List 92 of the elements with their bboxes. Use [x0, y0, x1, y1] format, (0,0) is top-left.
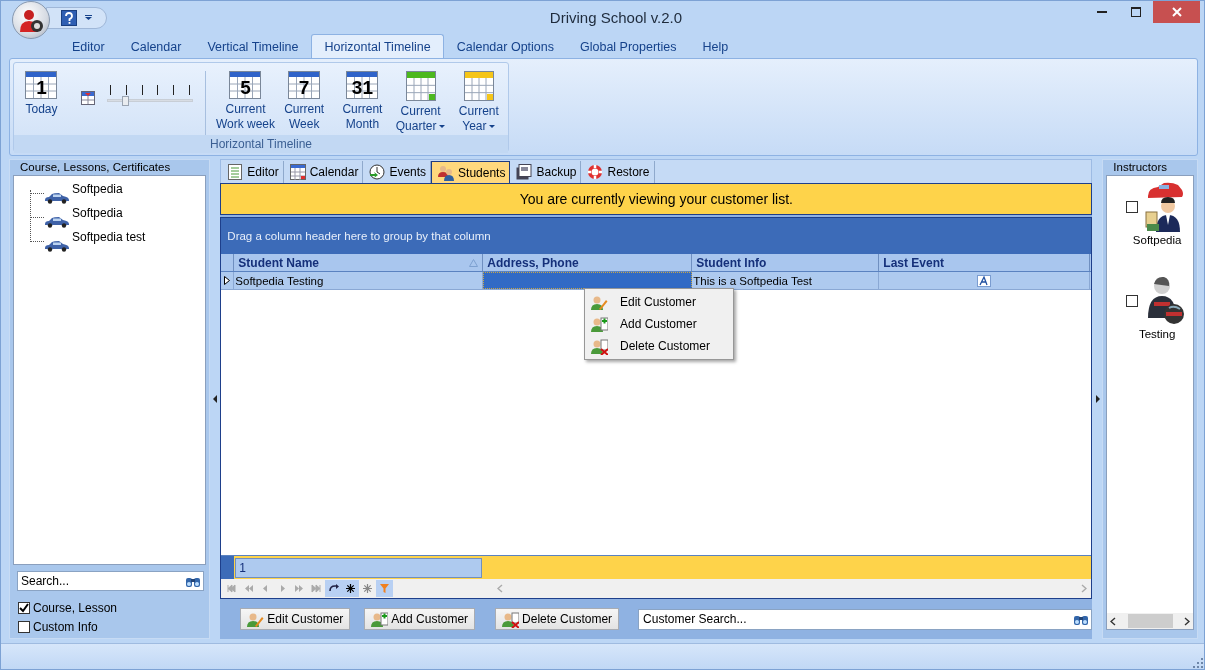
window-title: Driving School v.2.0 — [548, 9, 684, 26]
info-banner: You are currently viewing your customer list. — [220, 183, 1093, 215]
menu-item[interactable]: Delete Customer — [587, 335, 731, 357]
ribbon-tab[interactable]: Horizontal Timeline — [311, 34, 444, 58]
horizontal-scrollbar[interactable] — [1107, 613, 1193, 629]
group-by-area: Drag a column header here to group by that column — [221, 218, 1092, 254]
column-header[interactable]: Student Name — [234, 254, 484, 271]
dropdown-icon — [85, 15, 92, 20]
app-menu-button[interactable] — [12, 0, 50, 39]
calendar-icon — [229, 71, 262, 99]
resize-grip-icon — [1192, 657, 1204, 669]
customer-search-field[interactable]: Customer Search... — [641, 611, 1074, 627]
row-pointer-icon — [224, 276, 231, 285]
panel-title: Instructors — [1112, 160, 1168, 175]
maximize-icon — [1131, 7, 1141, 17]
scroll-left-icon — [1110, 616, 1117, 626]
car-icon — [44, 216, 70, 228]
customer-button[interactable]: Edit Customer — [240, 608, 351, 630]
people-icon — [438, 164, 455, 181]
column-header[interactable]: Student Info — [692, 254, 880, 271]
person-plus-icon — [590, 315, 608, 333]
rewind-icon[interactable] — [243, 583, 255, 594]
check-icon — [19, 603, 29, 613]
day-number: 7 — [298, 79, 310, 97]
calendar-icon — [25, 71, 58, 99]
day-number: 31 — [351, 79, 373, 97]
menu-item[interactable]: Add Customer — [587, 313, 731, 335]
car-icon — [44, 192, 70, 204]
fast-forward-icon[interactable] — [294, 583, 306, 594]
tree-item[interactable]: Softpedia — [30, 204, 206, 228]
asterisk-icon[interactable] — [345, 583, 357, 594]
table-row[interactable]: Softpedia Testing This is a Softpedia Test — [221, 272, 1092, 290]
calendar-small-icon — [80, 91, 95, 105]
ribbon-tab[interactable]: Vertical Timeline — [194, 34, 312, 58]
panel-title: Course, Lessons, Certificates — [19, 160, 172, 175]
backup-icon — [516, 164, 533, 180]
record-count: 1 — [235, 557, 483, 578]
row-indicator — [221, 556, 235, 579]
person-cross-icon — [501, 610, 520, 628]
menu-item[interactable]: Edit Customer — [587, 291, 731, 313]
person-cross-icon — [590, 337, 608, 355]
instructor-name[interactable]: Softpedia — [1132, 234, 1182, 246]
ribbon-tab[interactable]: Editor — [59, 34, 118, 58]
column-header[interactable]: Address, Phone — [483, 254, 693, 271]
instructor-name[interactable]: Testing — [1138, 328, 1176, 340]
first-icon[interactable] — [226, 583, 238, 594]
ribbon-button[interactable]: 5 Current Work week — [215, 71, 276, 132]
ribbon-tab[interactable]: Global Properties — [567, 34, 690, 58]
checkbox[interactable]: Course, Lesson — [18, 601, 207, 615]
ribbon-tab[interactable]: Calendar — [117, 34, 195, 58]
search-box[interactable]: Search... — [17, 571, 205, 591]
calendar-icon — [346, 71, 379, 99]
zoom-slider[interactable] — [106, 85, 193, 107]
ribbon-button[interactable]: 7 Current Week — [275, 71, 334, 132]
column-header[interactable]: Last Event — [879, 254, 1091, 271]
day-number: 5 — [240, 79, 251, 97]
scroll-right-icon — [1184, 616, 1190, 626]
checkbox[interactable]: Custom Info — [18, 620, 207, 634]
last-icon[interactable] — [311, 583, 323, 594]
customer-button[interactable]: Delete Customer — [495, 608, 620, 630]
ribbon-button[interactable]: Current Quarter — [391, 71, 450, 134]
group-label: Horizontal Timeline — [14, 135, 508, 153]
calendar-icon — [288, 71, 321, 99]
day-number: 1 — [36, 79, 47, 97]
tab[interactable]: Students — [431, 161, 511, 183]
search-field[interactable]: Search... — [20, 574, 186, 588]
tree-item[interactable]: Softpedia test — [30, 228, 206, 252]
checkbox[interactable] — [1126, 295, 1139, 307]
text-style-icon — [977, 274, 992, 287]
calendar-icon — [289, 164, 306, 180]
help-icon[interactable] — [61, 9, 77, 26]
ribbon-tab[interactable]: Help — [689, 34, 742, 58]
document-icon — [227, 164, 244, 180]
tree-item[interactable]: Softpedia — [30, 180, 206, 204]
scroll-right-icon — [1081, 584, 1088, 593]
minimize-icon — [1097, 11, 1107, 13]
lifebuoy-icon — [587, 164, 604, 180]
car-icon — [44, 240, 70, 252]
redo-icon[interactable] — [328, 583, 340, 594]
ribbon-tab[interactable]: Calendar Options — [443, 34, 567, 58]
person-plus-icon — [370, 610, 389, 628]
close-icon — [1171, 7, 1182, 17]
driver-with-car-icon — [1144, 182, 1185, 232]
clock-icon — [369, 164, 386, 180]
customer-search-box[interactable]: Customer Search... — [638, 608, 1093, 630]
ribbon-button[interactable]: 31 Current Month — [333, 71, 392, 132]
ribbon-button[interactable]: Current Year — [449, 71, 508, 134]
close-button[interactable] — [1153, 1, 1200, 23]
checkbox[interactable] — [1126, 201, 1139, 213]
today-button[interactable]: 1 Today — [24, 71, 59, 117]
customer-button[interactable]: Add Customer — [364, 608, 476, 630]
scroll-left-icon — [497, 584, 504, 593]
